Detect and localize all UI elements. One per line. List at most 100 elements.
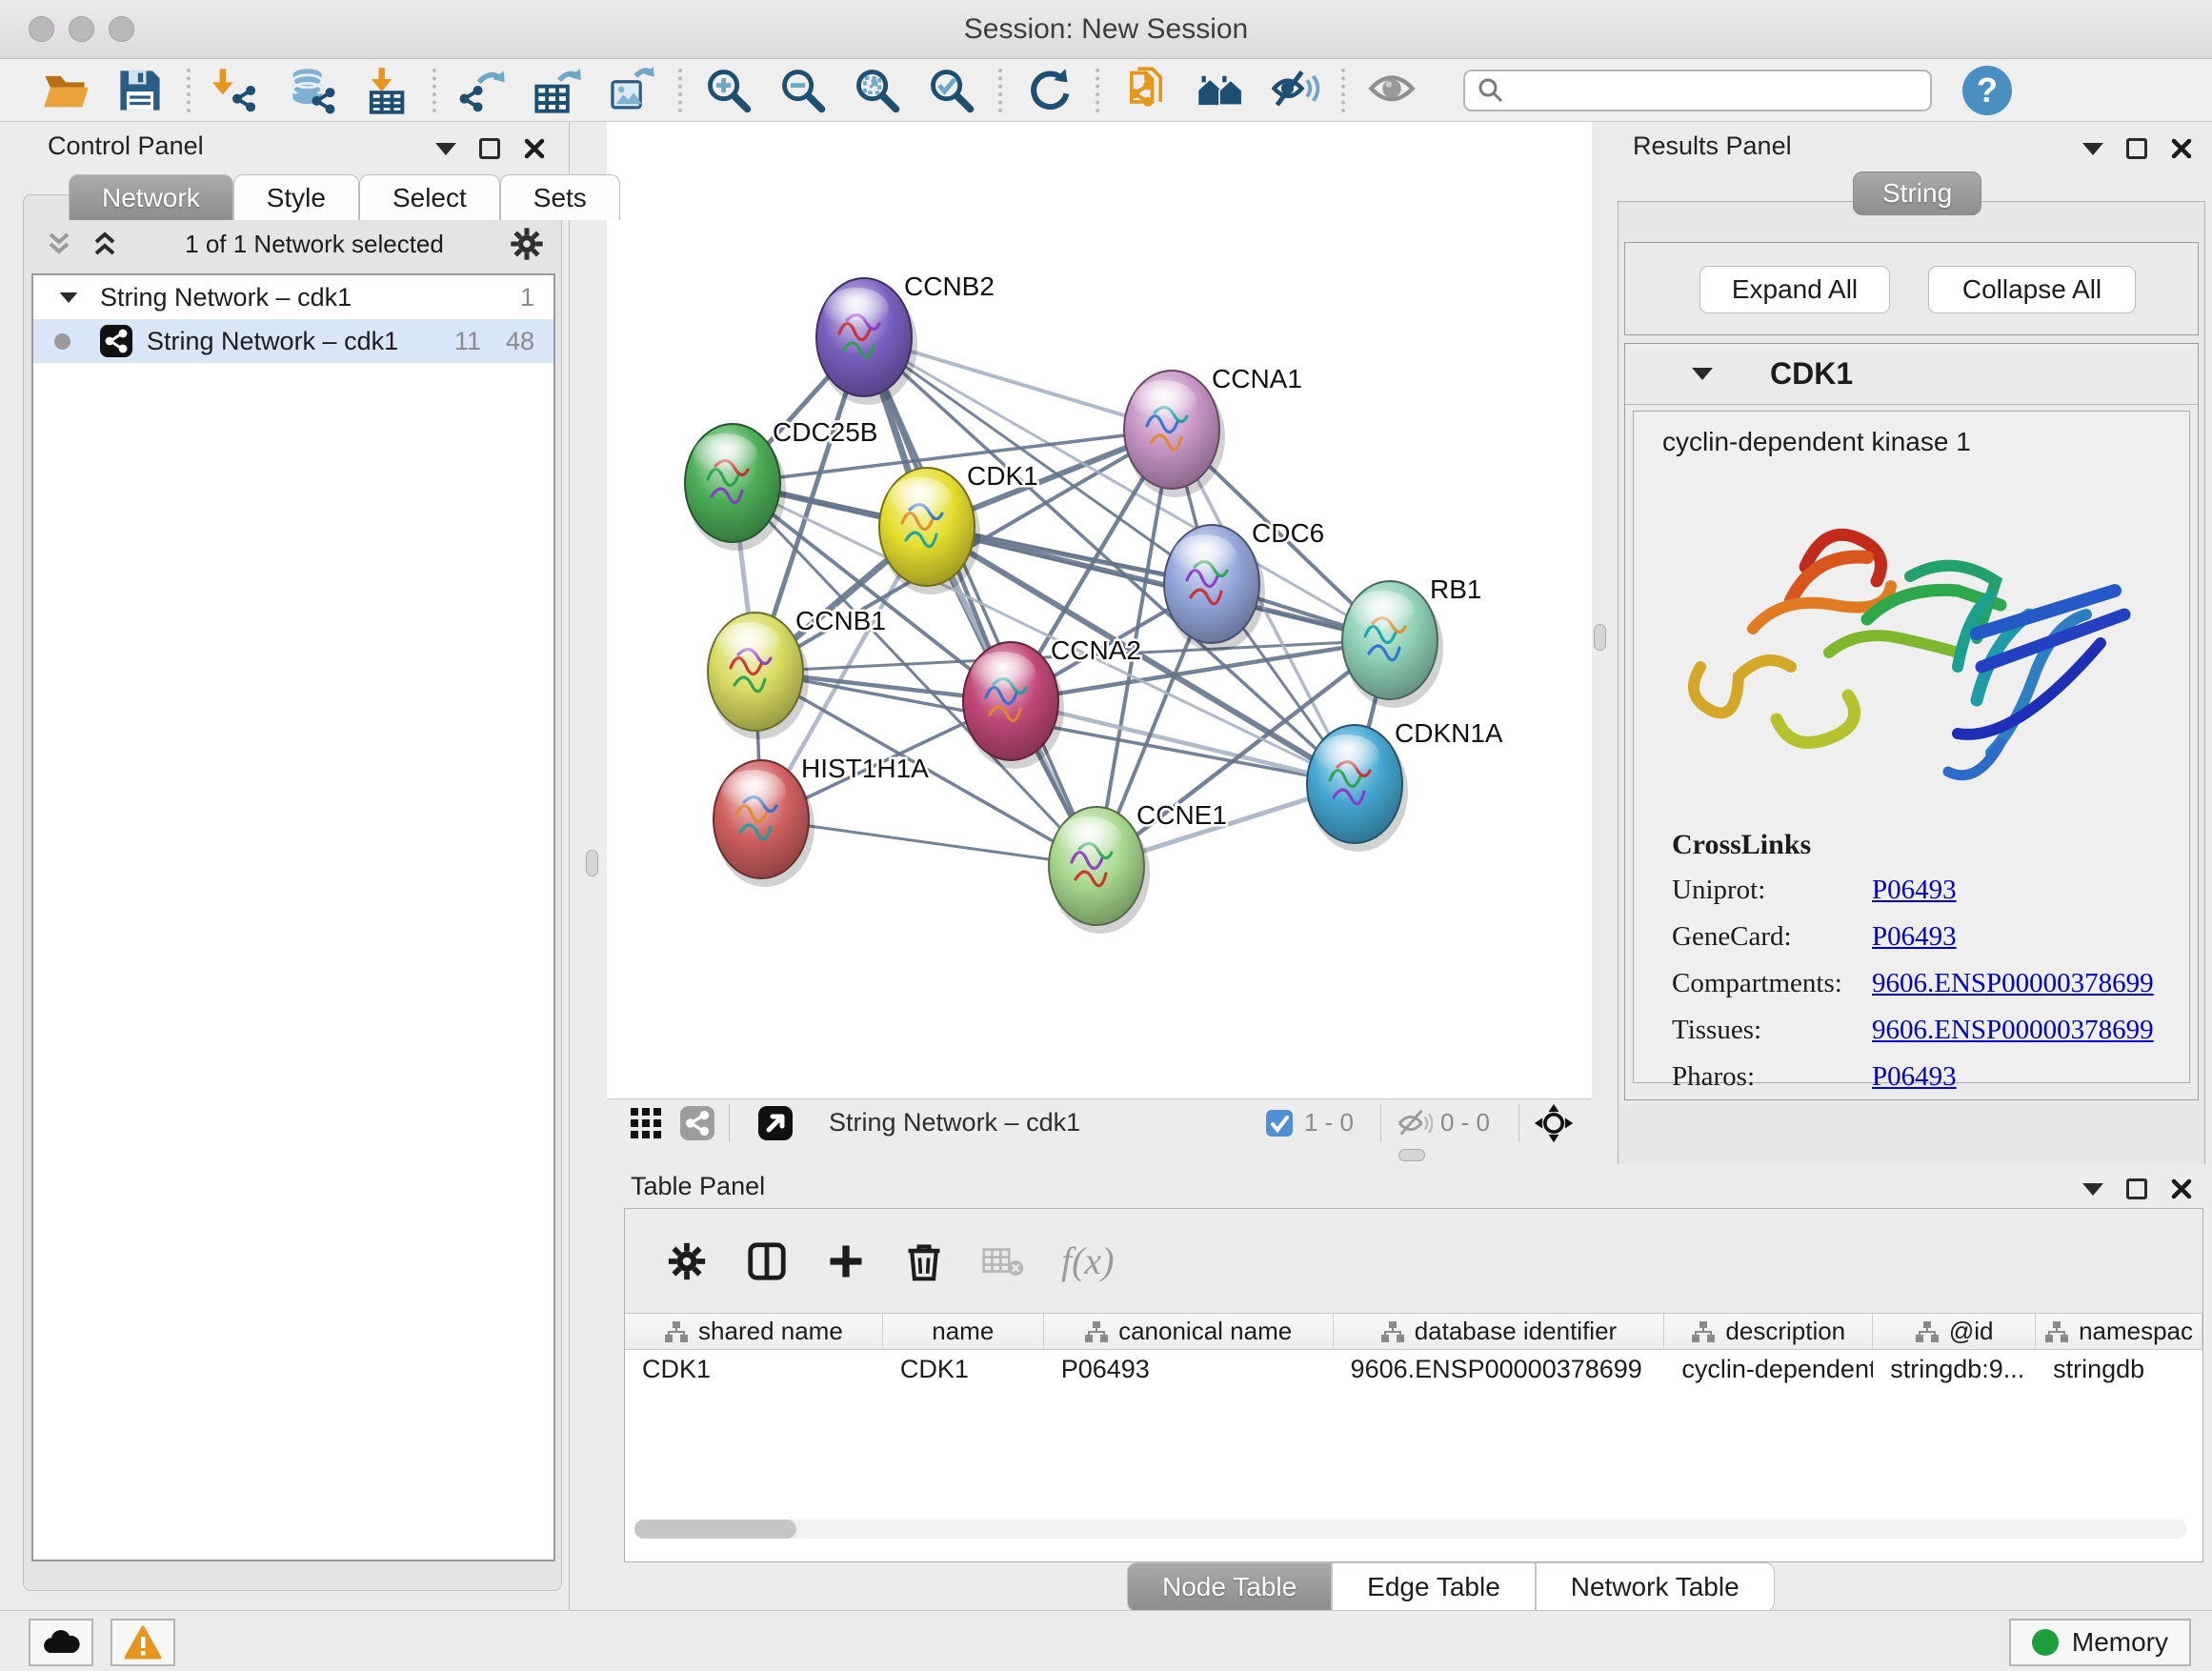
collapse-all-icon[interactable]: [43, 230, 75, 258]
control-panel-float-icon[interactable]: [479, 138, 500, 159]
column-header-shared-name[interactable]: shared name: [625, 1314, 883, 1349]
show-all-icon[interactable]: [1355, 62, 1429, 119]
table-cell[interactable]: stringdb:9...: [1873, 1350, 2036, 1388]
network-canvas[interactable]: CCNB2 CCNA1 CDC25B: [607, 122, 1592, 1098]
tab-select[interactable]: Select: [359, 174, 500, 220]
delete-column-icon[interactable]: [903, 1240, 945, 1282]
network-node-cdc25b[interactable]: CDC25B: [685, 417, 877, 551]
results-panel-float-icon[interactable]: [2126, 138, 2147, 159]
network-node-ccnb2[interactable]: CCNB2: [816, 272, 995, 405]
crosslink-label: Uniprot:: [1672, 875, 1872, 906]
network-row-selected[interactable]: String Network – cdk1 11 48: [33, 319, 553, 363]
table-panel-close-icon[interactable]: [2170, 1178, 2193, 1200]
network-node-ccna1[interactable]: CCNA1: [1124, 364, 1302, 497]
table-cell[interactable]: CDK1: [883, 1350, 1044, 1388]
help-icon[interactable]: ?: [1962, 66, 2012, 115]
tab-network-table[interactable]: Network Table: [1536, 1562, 1775, 1612]
network-node-cdkn1a[interactable]: CDKN1A: [1307, 718, 1503, 852]
string-home-icon[interactable]: [1183, 62, 1257, 119]
node-count: 11: [454, 327, 481, 356]
cloud-status-button[interactable]: [29, 1619, 93, 1666]
tab-sets[interactable]: Sets: [500, 174, 620, 220]
gene-collapse-icon[interactable]: [1692, 368, 1713, 380]
table-panel-float-menu-icon[interactable]: [2082, 1183, 2103, 1196]
bottom-splitter-handle[interactable]: [1398, 1149, 1425, 1161]
export-table-icon[interactable]: [520, 62, 594, 119]
import-network-file-icon[interactable]: [200, 62, 274, 119]
network-node-cdk1[interactable]: CDK1: [879, 461, 1038, 594]
column-header-database-identifier[interactable]: database identifier: [1334, 1314, 1665, 1349]
grid-view-icon[interactable]: [628, 1105, 664, 1141]
column-header-description[interactable]: description: [1664, 1314, 1873, 1349]
table-cell[interactable]: stringdb: [2036, 1350, 2202, 1388]
save-session-icon[interactable]: [103, 62, 177, 119]
table-cell[interactable]: P06493: [1044, 1350, 1334, 1388]
detach-view-icon[interactable]: [756, 1104, 794, 1142]
warning-status-button[interactable]: [111, 1619, 175, 1666]
memory-status-dot-icon: [2032, 1629, 2059, 1656]
add-column-icon[interactable]: [825, 1240, 867, 1282]
share-view-icon[interactable]: [679, 1105, 715, 1141]
results-panel-close-icon[interactable]: [2170, 137, 2193, 160]
search-box[interactable]: [1463, 70, 1932, 111]
results-panel-float-menu-icon[interactable]: [2082, 143, 2103, 155]
network-node-rb1[interactable]: RB1: [1342, 574, 1481, 708]
expand-all-icon[interactable]: [89, 230, 121, 258]
zoom-selected-icon[interactable]: [915, 62, 989, 119]
export-image-icon[interactable]: [594, 62, 669, 119]
search-input[interactable]: [1505, 75, 1905, 105]
clone-network-icon[interactable]: [1109, 62, 1183, 119]
collapse-all-button[interactable]: Collapse All: [1928, 266, 2136, 313]
network-options-gear-icon[interactable]: [508, 225, 546, 263]
fit-center-crosshair-icon[interactable]: [1533, 1102, 1575, 1144]
memory-button[interactable]: Memory: [2009, 1619, 2191, 1666]
table-cell[interactable]: CDK1: [625, 1350, 883, 1388]
control-panel-float-menu-icon[interactable]: [435, 143, 456, 155]
network-node-hist1h1a[interactable]: HIST1H1A: [714, 754, 929, 887]
column-header--id[interactable]: @id: [1873, 1314, 2036, 1349]
table-row[interactable]: CDK1CDK1P064939606.ENSP00000378699cyclin…: [625, 1350, 2202, 1388]
column-header-namespac[interactable]: namespac: [2036, 1314, 2202, 1349]
left-splitter-handle[interactable]: [586, 850, 598, 876]
control-panel-close-icon[interactable]: [523, 137, 546, 160]
right-splitter-handle[interactable]: [1594, 624, 1606, 651]
table-cell[interactable]: 9606.ENSP00000378699: [1334, 1350, 1665, 1388]
tab-network[interactable]: Network: [69, 174, 233, 220]
network-collection-row[interactable]: String Network – cdk1 1: [33, 275, 553, 319]
gene-section-header[interactable]: CDK1: [1625, 344, 2198, 405]
horizontal-scrollbar[interactable]: [634, 1520, 2187, 1539]
export-network-icon[interactable]: [446, 62, 520, 119]
tab-node-table[interactable]: Node Table: [1127, 1562, 1332, 1612]
column-header-name[interactable]: name: [883, 1314, 1044, 1349]
crosslink-value-link[interactable]: P06493: [1872, 1061, 1957, 1093]
import-network-database-icon[interactable]: [274, 62, 349, 119]
network-node-ccne1[interactable]: CCNE1: [1049, 800, 1227, 934]
table-cell[interactable]: cyclin-dependent ...: [1664, 1350, 1873, 1388]
tab-string[interactable]: String: [1853, 171, 1981, 215]
network-node-ccna2[interactable]: CCNA2: [963, 635, 1141, 769]
table-panel-float-icon[interactable]: [2126, 1178, 2147, 1199]
expand-all-button[interactable]: Expand All: [1699, 266, 1890, 313]
import-table-icon[interactable]: [349, 62, 423, 119]
column-header-canonical-name[interactable]: canonical name: [1044, 1314, 1334, 1349]
hide-selected-icon[interactable]: [1257, 62, 1332, 119]
crosslink-value-link[interactable]: P06493: [1872, 921, 1957, 953]
selected-checkbox-icon[interactable]: [1264, 1108, 1295, 1138]
crosslink-value-link[interactable]: 9606.ENSP00000378699: [1872, 1015, 2154, 1046]
tab-style[interactable]: Style: [233, 174, 359, 220]
zoom-out-icon[interactable]: [766, 62, 840, 119]
network-node-ccnb1[interactable]: CCNB1: [708, 606, 886, 739]
hidden-eye-icon[interactable]: [1395, 1107, 1433, 1139]
refresh-icon[interactable]: [1012, 62, 1086, 119]
node-label: CCNA2: [1051, 635, 1141, 665]
zoom-fit-icon[interactable]: [840, 62, 915, 119]
tab-edge-table[interactable]: Edge Table: [1332, 1562, 1536, 1612]
crosslink-value-link[interactable]: P06493: [1872, 875, 1957, 906]
network-node-cdc6[interactable]: CDC6: [1164, 518, 1324, 652]
zoom-in-icon[interactable]: [692, 62, 766, 119]
table-settings-gear-icon[interactable]: [665, 1239, 709, 1283]
crosslink-value-link[interactable]: 9606.ENSP00000378699: [1872, 968, 2154, 999]
collection-expand-icon[interactable]: [60, 292, 78, 302]
open-session-icon[interactable]: [29, 62, 103, 119]
show-columns-icon[interactable]: [745, 1239, 789, 1283]
